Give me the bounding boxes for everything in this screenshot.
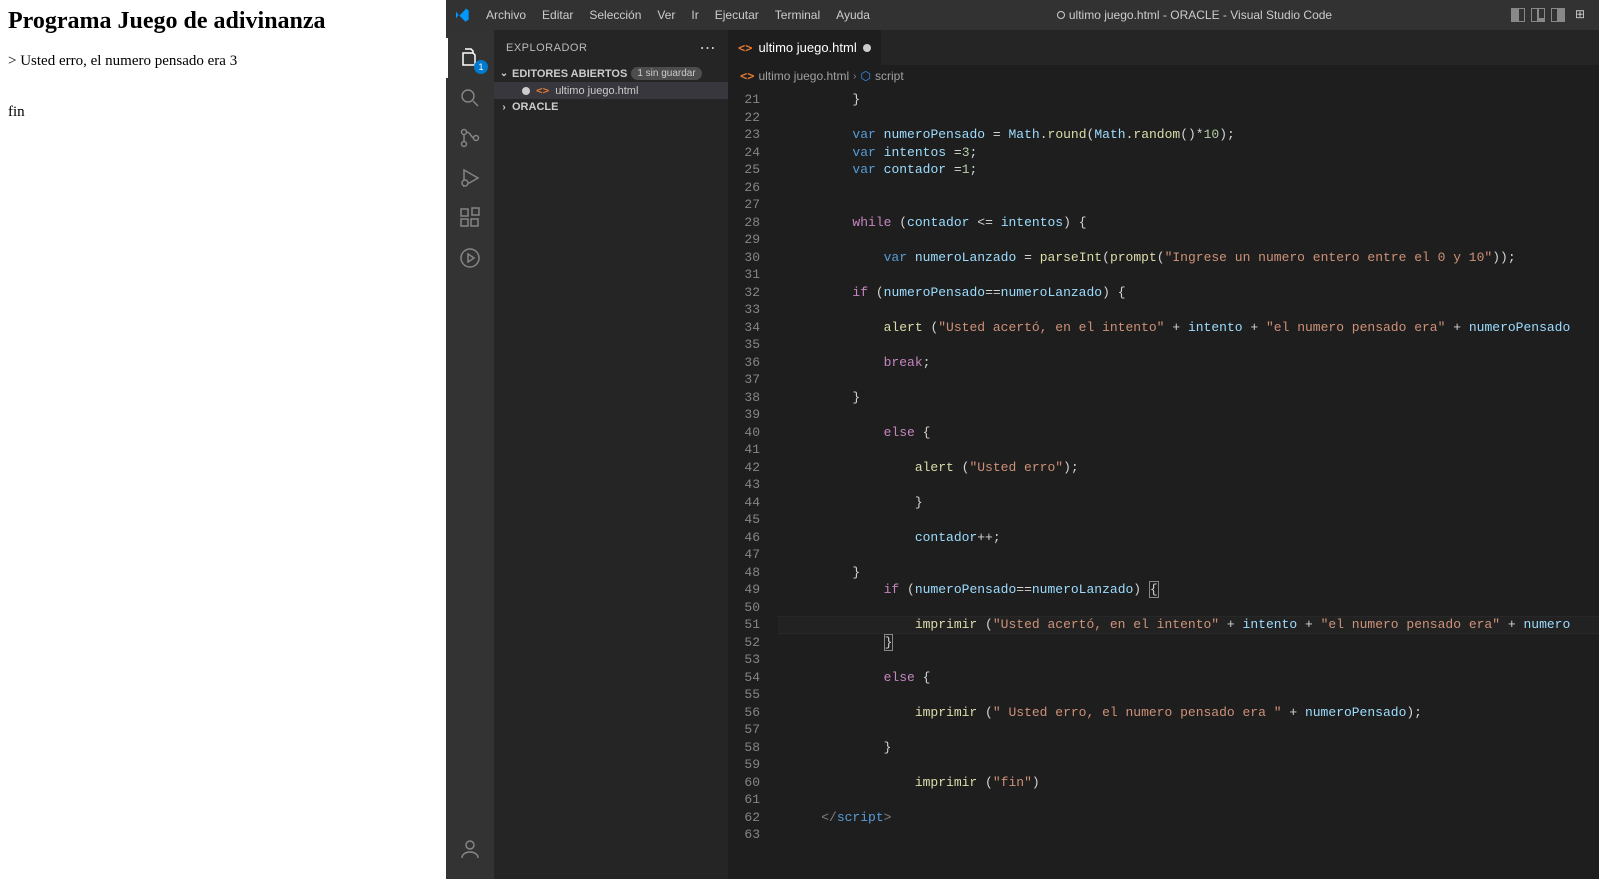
explorer-sidebar: EXPLORADOR ⋯ ⌄ EDITORES ABIERTOS 1 sin g… [494, 30, 728, 879]
menu-selección[interactable]: Selección [581, 8, 649, 22]
window-title: ultimo juego.html - ORACLE - Visual Stud… [878, 8, 1511, 22]
tab-label: ultimo juego.html [758, 40, 856, 55]
unsaved-badge: 1 sin guardar [631, 67, 701, 80]
menu-archivo[interactable]: Archivo [478, 8, 534, 22]
editor-tabs: <> ultimo juego.html [728, 30, 1599, 65]
menu-ejecutar[interactable]: Ejecutar [707, 8, 767, 22]
folder-section[interactable]: › ORACLE [494, 99, 728, 115]
source-control-icon[interactable] [446, 118, 494, 158]
panel-layout-icon[interactable] [1511, 8, 1525, 22]
vscode-logo-icon [454, 7, 470, 23]
code-editor[interactable]: 21 22 23 24 25 26 27 28 29 30 31 32 33 3… [728, 87, 1599, 879]
folder-name: ORACLE [512, 101, 558, 113]
modified-dot-icon [522, 87, 530, 95]
file-name: ultimo juego.html [555, 85, 638, 97]
menu-ayuda[interactable]: Ayuda [828, 8, 878, 22]
sidebar-header: EXPLORADOR ⋯ [494, 30, 728, 65]
line-numbers: 21 22 23 24 25 26 27 28 29 30 31 32 33 3… [728, 87, 778, 879]
output-line-2: fin [8, 104, 438, 121]
html-file-icon: <> [738, 41, 752, 55]
search-icon[interactable] [446, 78, 494, 118]
breadcrumb-file: ultimo juego.html [758, 69, 849, 83]
unsaved-indicator-icon [1057, 11, 1065, 19]
open-editor-file[interactable]: <> ultimo juego.html [494, 82, 728, 99]
panel-layout-icon[interactable] [1551, 8, 1565, 22]
menu-bar: ArchivoEditarSelecciónVerIrEjecutarTermi… [478, 8, 878, 22]
editor-area: <> ultimo juego.html <> ultimo juego.htm… [728, 30, 1599, 879]
layout-controls: ⊞ [1511, 7, 1591, 23]
breadcrumb-symbol: script [875, 69, 904, 83]
activity-bar: 1 [446, 30, 494, 879]
extensions-icon[interactable] [446, 198, 494, 238]
modified-dot-icon [863, 44, 871, 52]
chevron-down-icon: ⌄ [498, 68, 510, 79]
html-file-icon: <> [536, 84, 549, 97]
breadcrumb[interactable]: <> ultimo juego.html › ⬡ script [728, 65, 1599, 87]
explorer-badge: 1 [474, 60, 488, 74]
chevron-right-icon: › [853, 71, 856, 82]
explorer-icon[interactable]: 1 [446, 38, 494, 78]
chevron-right-icon: › [498, 102, 510, 113]
titlebar: ArchivoEditarSelecciónVerIrEjecutarTermi… [446, 0, 1599, 30]
window-title-text: ultimo juego.html - ORACLE - Visual Stud… [1069, 8, 1332, 22]
output-line-1: > Usted erro, el numero pensado era 3 [8, 53, 438, 70]
page-title: Programa Juego de adivinanza [8, 8, 438, 35]
tab-file[interactable]: <> ultimo juego.html [728, 30, 882, 65]
sidebar-title: EXPLORADOR [506, 42, 587, 54]
menu-terminal[interactable]: Terminal [767, 8, 828, 22]
more-actions-icon[interactable]: ⋯ [700, 38, 717, 58]
accounts-icon[interactable] [446, 829, 494, 869]
html-file-icon: <> [740, 69, 754, 83]
run-debug-icon[interactable] [446, 158, 494, 198]
customize-layout-icon[interactable]: ⊞ [1575, 7, 1591, 23]
vscode-window: ArchivoEditarSelecciónVerIrEjecutarTermi… [446, 0, 1599, 879]
menu-editar[interactable]: Editar [534, 8, 581, 22]
open-editors-label: EDITORES ABIERTOS [512, 68, 627, 80]
menu-ir[interactable]: Ir [683, 8, 706, 22]
script-symbol-icon: ⬡ [861, 69, 871, 83]
browser-output-panel: Programa Juego de adivinanza > Usted err… [0, 0, 446, 879]
code-content[interactable]: } var numeroPensado = Math.round(Math.ra… [778, 87, 1599, 879]
panel-layout-icon[interactable] [1531, 8, 1545, 22]
menu-ver[interactable]: Ver [649, 8, 683, 22]
live-share-icon[interactable] [446, 238, 494, 278]
open-editors-section[interactable]: ⌄ EDITORES ABIERTOS 1 sin guardar [494, 65, 728, 82]
